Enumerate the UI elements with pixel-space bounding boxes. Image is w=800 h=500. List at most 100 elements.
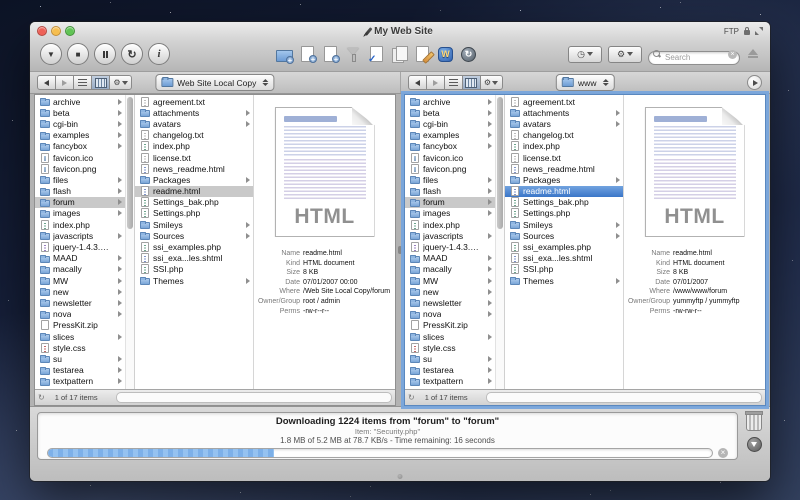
file-row[interactable]: Settings.php	[505, 208, 623, 219]
file-row[interactable]: macally	[405, 264, 495, 275]
file-row[interactable]: MAAD	[405, 253, 495, 264]
file-row[interactable]: flash	[35, 186, 125, 197]
file-row[interactable]: fancybox	[35, 141, 125, 152]
file-row[interactable]: readme.html	[505, 186, 623, 197]
file-row[interactable]: new	[35, 286, 125, 297]
file-row[interactable]: Themes	[505, 275, 623, 286]
file-row[interactable]: attachments	[505, 107, 623, 118]
file-row[interactable]: Sources	[135, 230, 253, 241]
title-bar[interactable]: My Web Site FTP	[30, 22, 770, 40]
file-row[interactable]: changelog.txt	[505, 130, 623, 141]
file-row[interactable]: MAAD	[35, 253, 125, 264]
history-menu-button[interactable]: ◷	[568, 46, 602, 63]
file-row[interactable]: changelog.txt	[135, 130, 253, 141]
file-row[interactable]: ssi_examples.php	[135, 241, 253, 252]
forward-button[interactable]	[55, 75, 74, 90]
file-row[interactable]: newsletter	[405, 297, 495, 308]
file-row[interactable]: Themes	[135, 275, 253, 286]
file-row[interactable]: ssi_exa...les.shtml	[135, 253, 253, 264]
horizontal-scrollbar[interactable]	[486, 392, 762, 403]
minimize-window-button[interactable]	[51, 26, 61, 36]
file-row[interactable]: MW	[405, 275, 495, 286]
zoom-window-button[interactable]	[65, 26, 75, 36]
file-row[interactable]: testarea	[35, 365, 125, 376]
file-row[interactable]: javascripts	[35, 230, 125, 241]
file-row[interactable]: Settings.php	[135, 208, 253, 219]
sync-icon[interactable]	[460, 46, 477, 63]
edit-file-icon[interactable]	[414, 46, 431, 63]
file-row[interactable]: index.php	[35, 219, 125, 230]
file-row[interactable]: SSI.php	[135, 264, 253, 275]
file-row[interactable]: style.css	[35, 342, 125, 353]
list-view-button[interactable]	[444, 75, 463, 90]
back-button[interactable]	[408, 75, 427, 90]
file-row[interactable]: readme.html	[135, 186, 253, 197]
back-button[interactable]	[37, 75, 56, 90]
file-row[interactable]: Sources	[505, 230, 623, 241]
horizontal-scrollbar[interactable]	[116, 392, 392, 403]
file-row[interactable]: new	[405, 286, 495, 297]
file-row[interactable]: jquery-1.4.3.min.js	[35, 241, 125, 252]
file-row[interactable]: agreement.txt	[135, 96, 253, 107]
file-row[interactable]: images	[35, 208, 125, 219]
search-input[interactable]	[648, 51, 740, 65]
file-row[interactable]: beta	[35, 107, 125, 118]
list-view-button[interactable]	[73, 75, 92, 90]
info-button[interactable]: i	[148, 43, 170, 65]
file-row[interactable]: wiki	[35, 387, 125, 389]
file-row[interactable]: testarea	[405, 365, 495, 376]
cancel-transfer-icon[interactable]: ×	[718, 448, 728, 458]
file-row[interactable]: examples	[405, 130, 495, 141]
file-row[interactable]: su	[405, 353, 495, 364]
file-row[interactable]: agreement.txt	[505, 96, 623, 107]
column-view-button[interactable]	[462, 75, 481, 90]
file-row[interactable]: Settings_bak.php	[505, 197, 623, 208]
file-row[interactable]: style.css	[405, 342, 495, 353]
refresh-icon[interactable]: ↻	[38, 391, 45, 404]
file-row[interactable]: ssi_examples.php	[505, 241, 623, 252]
file-row[interactable]: Packages	[505, 174, 623, 185]
file-row[interactable]: license.txt	[505, 152, 623, 163]
go-play-button[interactable]	[747, 75, 762, 90]
file-row[interactable]: index.php	[135, 141, 253, 152]
file-row[interactable]: favicon.ico	[405, 152, 495, 163]
file-row[interactable]: fancybox	[405, 141, 495, 152]
duplicate-file-icon[interactable]	[322, 46, 339, 63]
file-row[interactable]: cgi-bin	[405, 118, 495, 129]
clear-search-icon[interactable]: ×	[728, 50, 737, 59]
file-row[interactable]: slices	[35, 331, 125, 342]
web-preview-icon[interactable]	[437, 46, 454, 63]
file-row[interactable]: nova	[405, 309, 495, 320]
vertical-scrollbar[interactable]	[125, 95, 135, 389]
file-row[interactable]: cgi-bin	[35, 118, 125, 129]
tasks-checklist-icon[interactable]	[368, 46, 385, 63]
compare-files-icon[interactable]	[391, 46, 408, 63]
file-row[interactable]: jquery-1.4.3.min.js	[405, 241, 495, 252]
file-row[interactable]: favicon.ico	[35, 152, 125, 163]
stop-button[interactable]: ■	[67, 43, 89, 65]
actions-menu-button[interactable]: ⚙	[608, 46, 642, 63]
resize-grip[interactable]	[398, 474, 403, 479]
file-row[interactable]: nova	[35, 309, 125, 320]
file-row[interactable]: archive	[35, 96, 125, 107]
pause-button[interactable]	[94, 43, 116, 65]
file-row[interactable]: Smileys	[505, 219, 623, 230]
file-row[interactable]: Smileys	[135, 219, 253, 230]
file-row[interactable]: wiki	[405, 387, 495, 389]
fullscreen-resize-icon[interactable]	[755, 27, 763, 35]
pane-divider[interactable]	[396, 94, 404, 406]
vertical-scrollbar[interactable]	[495, 95, 505, 389]
refresh-icon[interactable]: ↻	[408, 391, 415, 404]
file-row[interactable]: newsletter	[35, 297, 125, 308]
file-row[interactable]: files	[35, 174, 125, 185]
trash-icon[interactable]	[746, 413, 762, 431]
file-row[interactable]: index.php	[505, 141, 623, 152]
file-row[interactable]: MW	[35, 275, 125, 286]
new-folder-icon[interactable]	[276, 46, 293, 63]
view-action-button[interactable]: ⚙	[480, 75, 503, 90]
file-row[interactable]: avatars	[505, 118, 623, 129]
file-row[interactable]: license.txt	[135, 152, 253, 163]
file-row[interactable]: flash	[405, 186, 495, 197]
file-row[interactable]: macally	[35, 264, 125, 275]
refresh-button[interactable]: ↻	[121, 43, 143, 65]
